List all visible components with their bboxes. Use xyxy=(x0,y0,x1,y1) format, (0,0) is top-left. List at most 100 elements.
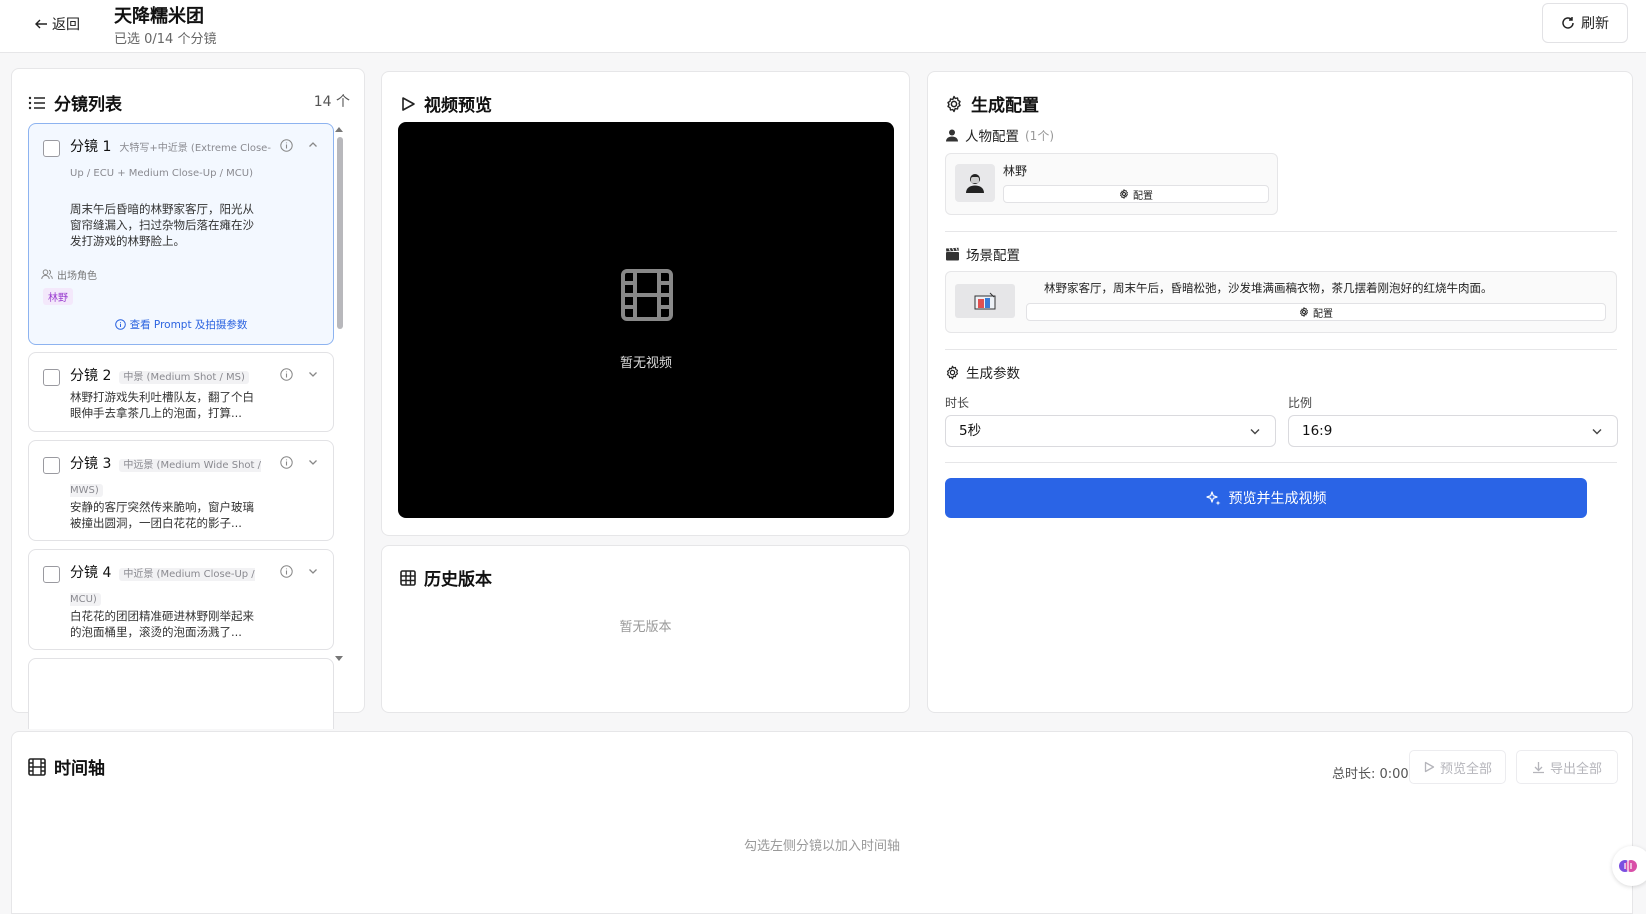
timeline-panel: 时间轴 总时长: 0:00 预览全部 导出全部 勾选左侧分镜以加入时间轴 xyxy=(11,731,1633,914)
info-icon[interactable] xyxy=(280,139,293,152)
list-icon xyxy=(28,96,46,110)
preview-generate-text: 预览并生成视频 xyxy=(1228,491,1327,507)
divider xyxy=(945,231,1617,232)
no-history-text: 暂无版本 xyxy=(619,620,672,635)
info-icon xyxy=(114,319,126,330)
gear-icon xyxy=(945,95,963,113)
back-button[interactable]: 返回 xyxy=(34,14,80,34)
character-avatar xyxy=(955,164,995,202)
ai-assistant-button[interactable] xyxy=(1612,846,1646,886)
view-prompt-text: 查看 Prompt 及拍摄参数 xyxy=(129,319,248,331)
generation-params-text: 生成参数 xyxy=(966,366,1020,382)
no-video-text: 暂无视频 xyxy=(619,356,672,371)
shot-header: 分镜 4 中近景 (Medium Close-Up / MCU) xyxy=(70,561,283,611)
shot-list: 分镜 1 大特写+中近景 (Extreme Close-Up / ECU + Me… xyxy=(28,123,334,729)
scene-thumbnail xyxy=(955,284,1015,318)
shot-card-3[interactable]: 分镜 3 中远景 (Medium Wide Shot / MWS) 安静的客厅突然… xyxy=(28,440,334,541)
timeline-title-text: 时间轴 xyxy=(54,759,105,779)
chevron-up-icon[interactable] xyxy=(307,139,319,151)
scroll-up-arrow[interactable] xyxy=(335,127,343,132)
scene-thumbnail-icon xyxy=(974,292,996,310)
scene-config-button-text: 配置 xyxy=(1313,308,1333,320)
info-icon[interactable] xyxy=(280,456,293,469)
ratio-select[interactable]: 16:9 xyxy=(1288,415,1618,447)
page-title: 天降糯米团 xyxy=(114,6,204,27)
sparkles-icon xyxy=(1205,490,1221,506)
clapperboard-icon xyxy=(945,247,960,261)
character-avatar-icon xyxy=(965,172,985,194)
film-icon xyxy=(620,268,674,322)
refresh-label: 刷新 xyxy=(1581,16,1609,32)
download-icon xyxy=(1532,761,1545,774)
play-icon xyxy=(1423,761,1435,773)
video-preview-panel: 视频预览 暂无视频 xyxy=(381,71,910,536)
ratio-value: 16:9 xyxy=(1302,423,1333,439)
history-title: 历史版本 xyxy=(400,565,492,590)
scene-config-button[interactable]: 配置 xyxy=(1026,303,1606,321)
shot-label: 分镜 2 xyxy=(70,368,112,384)
shot-description: 安静的客厅突然传来脆响，窗户玻璃被撞出圆洞，一团白花花的影子... xyxy=(70,500,254,530)
preview-all-text: 预览全部 xyxy=(1439,761,1492,777)
export-all-button[interactable]: 导出全部 xyxy=(1516,750,1618,784)
scene-card: 林野家客厅，周末午后，昏暗松弛，沙发堆满画稿衣物，茶几摆着刚泡好的红烧牛肉面。 … xyxy=(945,271,1617,333)
appear-label-text: 出场角色 xyxy=(57,271,97,282)
shot-label: 分镜 4 xyxy=(70,565,112,581)
shot-checkbox[interactable] xyxy=(43,457,60,474)
history-title-text: 历史版本 xyxy=(424,570,492,590)
chevron-down-icon xyxy=(1249,425,1261,437)
shot-card-5[interactable] xyxy=(28,658,334,729)
divider xyxy=(945,462,1617,463)
shot-card-1[interactable]: 分镜 1 大特写+中近景 (Extreme Close-Up / ECU + Me… xyxy=(28,123,334,345)
shot-card-4[interactable]: 分镜 4 中近景 (Medium Close-Up / MCU) 白花花的团团精准… xyxy=(28,549,334,650)
character-tag: 林野 xyxy=(43,288,73,305)
preview-all-button[interactable]: 预览全部 xyxy=(1409,750,1506,784)
arrow-left-icon xyxy=(34,17,48,31)
person-icon xyxy=(945,128,959,142)
shot-checkbox[interactable] xyxy=(43,566,60,583)
shot-list-title-text: 分镜列表 xyxy=(54,95,122,115)
chevron-down-icon xyxy=(1591,425,1603,437)
scroll-down-arrow[interactable] xyxy=(335,656,343,661)
shot-header: 分镜 3 中远景 (Medium Wide Shot / MWS) xyxy=(70,452,283,502)
shot-checkbox[interactable] xyxy=(43,369,60,386)
film-icon xyxy=(28,757,46,776)
chevron-down-icon[interactable] xyxy=(307,565,319,577)
shot-description: 林野打游戏失利吐槽队友，翻了个白眼伸手去拿茶几上的泡面，打算... xyxy=(70,390,254,420)
ratio-label: 比例 xyxy=(1288,396,1313,410)
info-icon[interactable] xyxy=(280,368,293,381)
video-player[interactable]: 暂无视频 xyxy=(398,122,894,518)
info-icon[interactable] xyxy=(280,565,293,578)
chevron-down-icon[interactable] xyxy=(307,456,319,468)
shot-card-2[interactable]: 分镜 2 中景 (Medium Shot / MS) 林野打游戏失利吐槽队友，翻了… xyxy=(28,352,334,432)
character-card: 林野 配置 xyxy=(945,153,1278,215)
gear-icon xyxy=(945,365,960,380)
divider xyxy=(945,349,1617,350)
preview-generate-button[interactable]: 预览并生成视频 xyxy=(945,478,1587,518)
view-prompt-link[interactable]: 查看 Prompt 及拍摄参数 xyxy=(29,317,333,332)
duration-select[interactable]: 5秒 xyxy=(945,415,1276,447)
shot-label: 分镜 1 xyxy=(70,139,112,155)
character-config-label: 人物配置 (1个) xyxy=(945,125,1054,145)
timeline-empty-hint: 勾选左侧分镜以加入时间轴 xyxy=(743,839,900,854)
timeline-title: 时间轴 xyxy=(28,754,105,779)
character-config-button[interactable]: 配置 xyxy=(1003,185,1269,203)
video-preview-title: 视频预览 xyxy=(400,91,492,116)
selection-count: 已选 0/14 个分镜 xyxy=(114,32,217,47)
scrollbar-thumb[interactable] xyxy=(337,137,343,329)
refresh-icon xyxy=(1561,16,1575,30)
scene-description: 林野家客厅，周末午后，昏暗松弛，沙发堆满画稿衣物，茶几摆着刚泡好的红烧牛肉面。 xyxy=(1044,281,1493,295)
character-config-text: 人物配置 xyxy=(965,129,1019,145)
top-header: 返回 天降糯米团 已选 0/14 个分镜 刷新 xyxy=(0,0,1646,53)
shot-checkbox[interactable] xyxy=(43,140,60,157)
refresh-button[interactable]: 刷新 xyxy=(1542,3,1628,43)
export-all-text: 导出全部 xyxy=(1549,761,1602,777)
back-label: 返回 xyxy=(52,17,80,33)
shot-header: 分镜 1 大特写+中近景 (Extreme Close-Up / ECU + Me… xyxy=(70,135,283,185)
character-name: 林野 xyxy=(1003,164,1028,178)
appearing-characters-label: 出场角色 xyxy=(41,267,97,282)
chevron-down-icon[interactable] xyxy=(307,368,319,380)
shot-label: 分镜 3 xyxy=(70,456,112,472)
shot-list-panel: 分镜列表 14 个 分镜 1 大特写+中近景 (Extreme Close-Up … xyxy=(11,68,365,729)
generation-config-title: 生成配置 xyxy=(945,91,1039,116)
generation-config-panel: 生成配置 人物配置 (1个) 林野 配置 场景配置 林野家客厅，周末午后，昏暗松… xyxy=(927,71,1633,713)
